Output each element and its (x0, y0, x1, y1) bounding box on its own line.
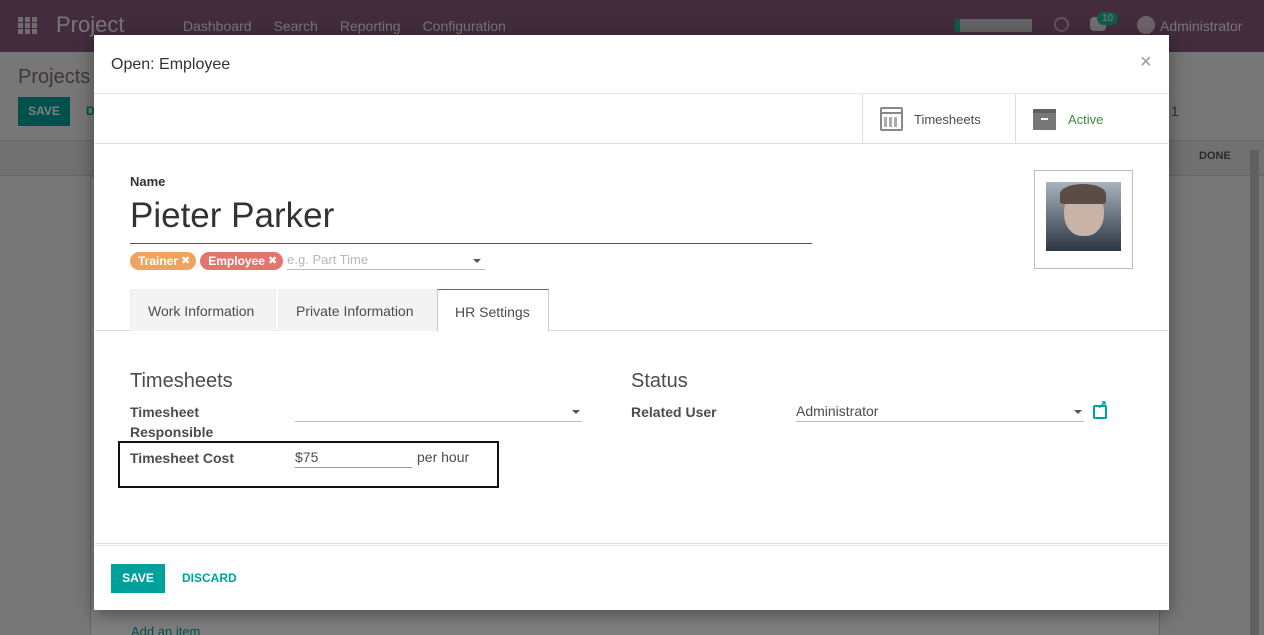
related-user-label: Related User (631, 404, 717, 420)
chevron-down-icon[interactable] (473, 259, 482, 263)
remove-tag-icon[interactable]: ✖ (268, 252, 277, 270)
employee-dialog: Open: Employee × Timesheets Active Name … (94, 35, 1169, 610)
timesheets-section-title: Timesheets (130, 370, 233, 392)
employee-name-input[interactable]: Pieter Parker (130, 196, 812, 244)
archive-icon (1033, 108, 1056, 130)
timesheet-responsible-label: Timesheet Responsible (130, 404, 214, 440)
tab-work-information[interactable]: Work Information (130, 289, 276, 331)
form-tabs: Work Information Private Information HR … (95, 289, 1168, 332)
active-button-label: Active (1068, 111, 1104, 127)
calendar-icon (880, 107, 903, 131)
tag-input-placeholder: e.g. Part Time (287, 252, 369, 267)
tag-trainer: Trainer ✖ (130, 251, 197, 270)
highlight-annotation (118, 441, 499, 488)
name-label: Name (130, 174, 166, 189)
discard-button[interactable]: DISCARD (182, 571, 237, 585)
smart-button-box: Timesheets Active (95, 94, 1168, 144)
dialog-title: Open: Employee (111, 56, 231, 73)
status-section-title: Status (631, 370, 688, 392)
tag-input[interactable]: e.g. Part Time (287, 251, 486, 270)
tag-label: Employee (208, 253, 265, 268)
tab-private-information[interactable]: Private Information (278, 289, 437, 331)
save-button[interactable]: SAVE (111, 564, 165, 593)
chevron-down-icon[interactable] (1074, 410, 1082, 414)
tag-label: Trainer (138, 253, 179, 268)
active-toggle-button[interactable]: Active (1015, 94, 1168, 144)
timesheets-smart-button[interactable]: Timesheets (862, 94, 1015, 144)
dialog-header: Open: Employee × (94, 35, 1169, 94)
dialog-footer: SAVE DISCARD (94, 545, 1169, 610)
related-user-select[interactable]: Administrator (796, 402, 1084, 422)
category-tags: Trainer ✖ Employee ✖ e.g. Part Time (130, 251, 486, 270)
tag-employee: Employee ✖ (200, 251, 284, 270)
remove-tag-icon[interactable]: ✖ (181, 252, 190, 270)
employee-photo[interactable] (1034, 170, 1133, 269)
tab-hr-settings[interactable]: HR Settings (437, 289, 549, 332)
avatar (1046, 182, 1121, 251)
close-icon[interactable]: × (1140, 51, 1152, 74)
timesheet-responsible-select[interactable] (295, 402, 582, 422)
external-link-icon[interactable] (1093, 398, 1107, 419)
related-user-value: Administrator (796, 403, 879, 419)
chevron-down-icon[interactable] (572, 410, 580, 414)
timesheets-button-label: Timesheets (914, 111, 981, 127)
